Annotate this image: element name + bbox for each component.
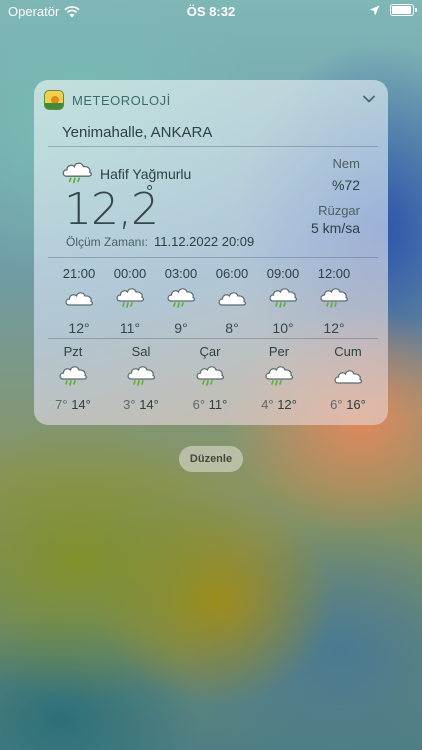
location-arrow-icon <box>369 5 380 15</box>
day-name: Çar <box>199 344 221 359</box>
hour-time: 03:00 <box>164 266 198 281</box>
location-label: Yenimahalle, ANKARA <box>62 124 213 141</box>
hour-temp: 12° <box>323 320 345 336</box>
hourly-item: 12:00 12° <box>309 266 359 336</box>
app-name: METEOROLOJİ <box>72 93 171 108</box>
degree-symbol: ° <box>146 182 154 202</box>
hour-temp: 10° <box>272 320 294 336</box>
wind-value: 5 km/sa <box>310 220 360 236</box>
hour-temp: 12° <box>68 320 90 336</box>
hour-time: 12:00 <box>317 266 351 281</box>
widget-header[interactable]: METEOROLOJİ <box>34 80 388 120</box>
hour-time: 06:00 <box>215 266 249 281</box>
divider <box>48 338 378 339</box>
day-low: 6° <box>192 397 206 412</box>
day-name: Cum <box>334 344 362 359</box>
hourly-item: 00:00 11° <box>105 266 155 336</box>
day-name: Sal <box>131 344 151 359</box>
daily-item: Çar 6° 11° <box>180 344 240 412</box>
condition-label: Hafif Yağmurlu <box>100 166 192 182</box>
daily-item: Sal 3° 14° <box>111 344 171 412</box>
day-low: 4° <box>261 397 274 412</box>
status-bar: Operatör ÖS 8:32 <box>0 0 422 22</box>
battery-level <box>392 6 411 14</box>
divider <box>48 146 378 147</box>
humidity-label: Nem <box>332 156 360 171</box>
hourly-item: 06:00 8° <box>207 266 257 336</box>
hour-time: 00:00 <box>113 266 147 281</box>
rain-cloud-icon <box>125 364 157 388</box>
day-low: 6° <box>330 397 343 412</box>
edit-button[interactable]: Düzenle <box>179 446 243 472</box>
weather-widget[interactable]: METEOROLOJİ Yenimahalle, ANKARA Hafif Ya… <box>34 80 388 425</box>
day-range: 3° 14° <box>111 397 171 412</box>
measure-time-value: 11.12.2022 20:09 <box>154 234 255 249</box>
wind-label: Rüzgar <box>318 203 360 218</box>
day-high: 14° <box>71 397 91 412</box>
daily-item: Per 4° 12° <box>249 344 309 412</box>
cloud-icon <box>216 286 248 310</box>
day-low: 7° <box>55 397 68 412</box>
hour-time: 21:00 <box>62 266 96 281</box>
day-low: 3° <box>123 397 136 412</box>
rain-cloud-icon <box>57 364 89 388</box>
day-range: 6° 11° <box>180 397 240 412</box>
battery-icon <box>390 4 417 16</box>
day-high: 11° <box>208 397 228 412</box>
hour-time: 09:00 <box>266 266 300 281</box>
day-high: 16° <box>346 397 366 412</box>
day-name: Pzt <box>63 344 83 359</box>
day-range: 6° 16° <box>318 397 378 412</box>
rain-cloud-icon <box>165 286 197 310</box>
rain-cloud-icon <box>194 364 226 388</box>
hourly-item: 21:00 12° <box>54 266 104 336</box>
daily-forecast: Pzt 7° 14° Sal 3° 14° Çar 6° 11° Per 4° … <box>34 344 388 414</box>
chevron-down-icon[interactable] <box>362 92 376 106</box>
day-high: 14° <box>139 397 159 412</box>
daily-item: Cum 6° 16° <box>318 344 378 412</box>
meteoroloji-app-icon <box>44 90 64 110</box>
day-high: 12° <box>277 397 297 412</box>
rain-cloud-icon <box>263 364 295 388</box>
hour-temp: 8° <box>225 320 239 336</box>
status-right <box>369 4 417 16</box>
cloud-icon <box>63 286 95 310</box>
day-name: Per <box>268 344 290 359</box>
humidity-value: %72 <box>331 177 360 193</box>
divider <box>48 257 378 258</box>
rain-cloud-icon <box>267 286 299 310</box>
rain-cloud-icon <box>318 286 350 310</box>
hourly-item: 09:00 10° <box>258 266 308 336</box>
day-range: 4° 12° <box>249 397 309 412</box>
hourly-item: 03:00 9° <box>156 266 206 336</box>
hour-temp: 11° <box>119 320 141 336</box>
measure-time-label: Ölçüm Zamanı: <box>66 235 149 249</box>
rain-cloud-icon <box>60 160 94 186</box>
cloud-icon <box>332 364 364 388</box>
hourly-forecast: 21:00 12° 00:00 11° 03:00 9° 06:00 8° 09… <box>34 266 388 336</box>
hour-temp: 9° <box>174 320 188 336</box>
rain-cloud-icon <box>114 286 146 310</box>
day-range: 7° 14° <box>43 397 103 412</box>
current-temperature: 12,2 <box>64 184 159 235</box>
daily-item: Pzt 7° 14° <box>43 344 103 412</box>
status-time: ÖS 8:32 <box>186 4 236 19</box>
